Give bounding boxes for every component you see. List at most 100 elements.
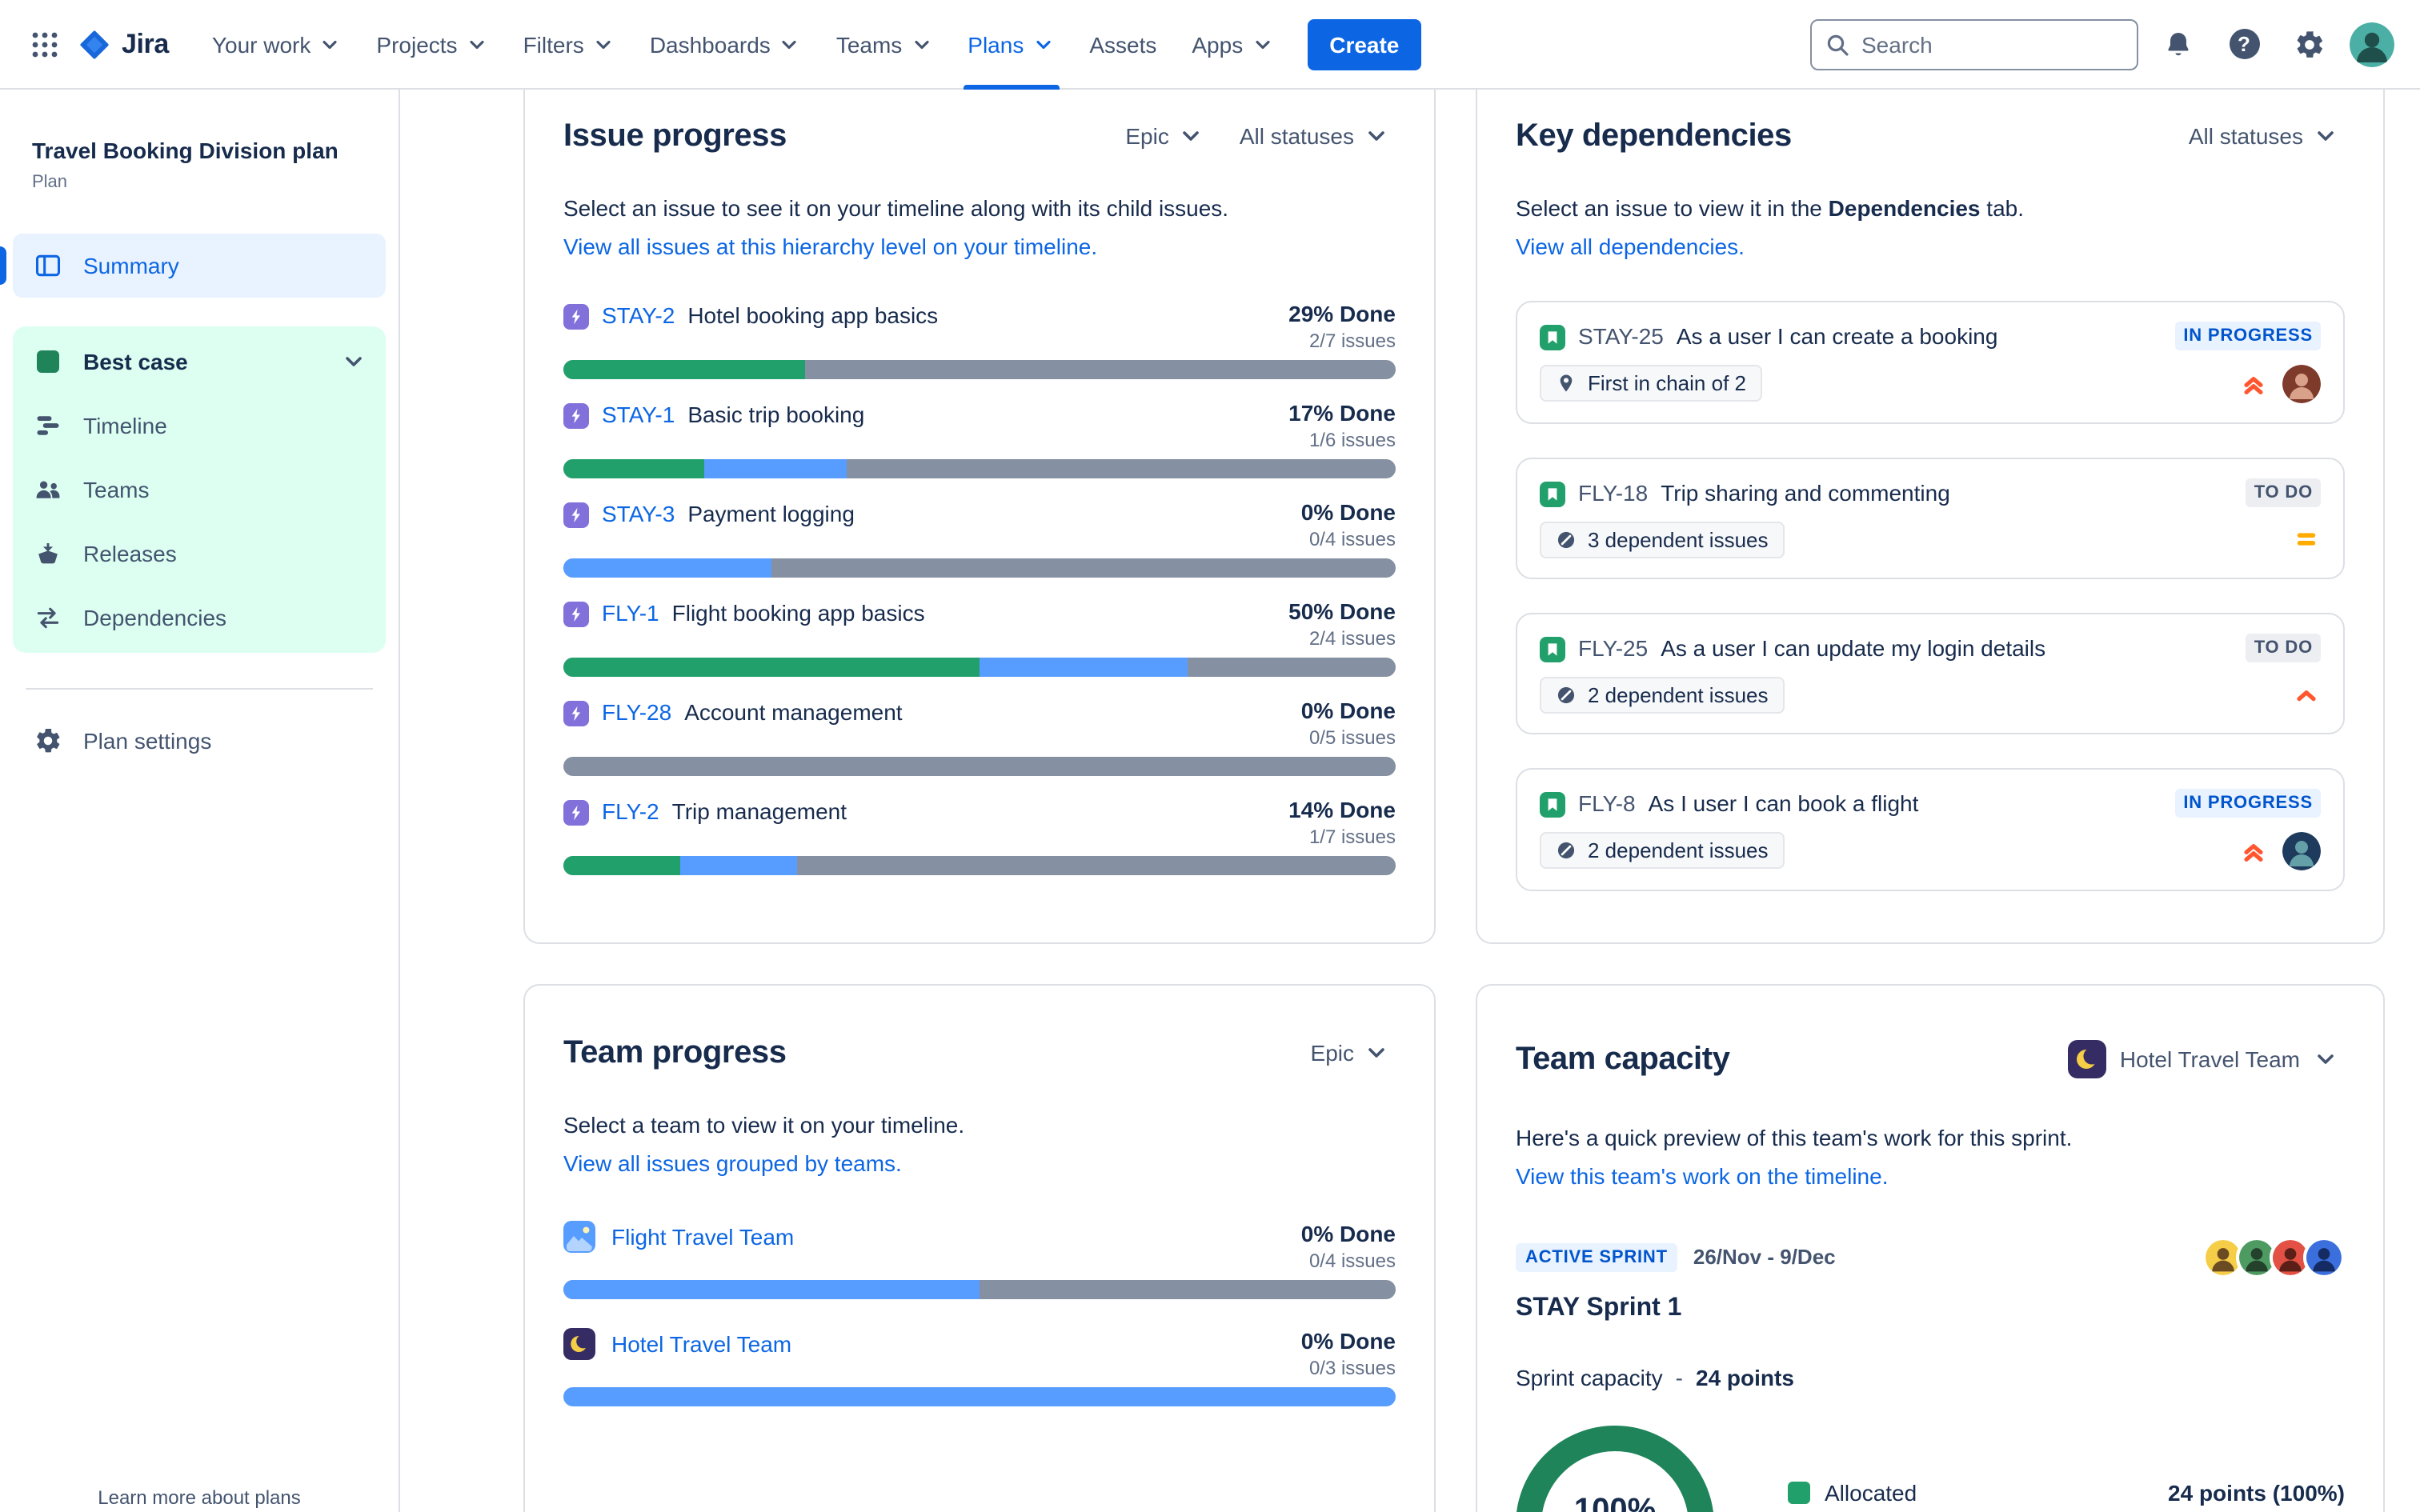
issue-count: 1/7 issues	[1308, 825, 1396, 848]
sidebar-item-timeline[interactable]: Timeline	[13, 393, 386, 457]
issue-row[interactable]: STAY-1 Basic trip booking 17% Done 1/6 i…	[563, 399, 1396, 478]
global-search	[1810, 18, 2138, 70]
plan-sidebar: Travel Booking Division plan Plan Summar…	[0, 90, 400, 1512]
team-capacity-card: Team capacity Hotel Travel Team Here's a…	[1476, 984, 2385, 1512]
sprint-capacity-line: Sprint capacity - 24 points	[1516, 1364, 2345, 1390]
issue-row[interactable]: FLY-28 Account management 0% Done 0/5 is…	[563, 697, 1396, 776]
epic-icon	[563, 402, 589, 429]
learn-more-link[interactable]: Learn more about plans	[0, 1486, 399, 1509]
view-issues-by-team-link[interactable]: View all issues grouped by teams.	[563, 1150, 902, 1175]
issue-summary: Hotel booking app basics	[687, 302, 939, 328]
view-all-issues-link[interactable]: View all issues at this hierarchy level …	[563, 233, 1097, 258]
sidebar-item-plan-settings[interactable]: Plan settings	[13, 708, 386, 772]
plan-title: Travel Booking Division plan	[32, 138, 339, 163]
dependency-count-icon	[1556, 529, 1577, 550]
epic-icon	[563, 502, 589, 528]
notifications-icon[interactable]	[2153, 18, 2204, 70]
team-name-link[interactable]: Flight Travel Team	[611, 1223, 794, 1249]
card-title: Team progress	[563, 1034, 787, 1070]
dependent-issues-pill: 3 dependent issues	[1540, 521, 1785, 558]
issue-row[interactable]: FLY-1 Flight booking app basics 50% Done…	[563, 598, 1396, 677]
sidebar-item-label: Summary	[83, 252, 179, 278]
team-row[interactable]: Hotel Travel Team 0% Done 0/3 issues	[563, 1327, 1396, 1406]
issue-key-link[interactable]: FLY-28	[602, 698, 671, 724]
nav-assets[interactable]: Assets	[1072, 0, 1174, 89]
help-icon[interactable]: ?	[2218, 18, 2270, 70]
dependent-issues-pill: 2 dependent issues	[1540, 832, 1785, 870]
user-avatar[interactable]	[2350, 22, 2394, 66]
issue-progress-list: STAY-2 Hotel booking app basics 29% Done…	[563, 300, 1396, 875]
scenario-label: Best case	[83, 348, 188, 374]
hierarchy-filter-dropdown[interactable]: Epic	[1304, 1030, 1396, 1075]
sidebar-item-teams[interactable]: Teams	[13, 457, 386, 521]
issue-row[interactable]: STAY-2 Hotel booking app basics 29% Done…	[563, 300, 1396, 379]
assignee-avatar[interactable]	[2282, 831, 2321, 870]
sidebar-item-dependencies[interactable]: Dependencies	[13, 585, 386, 649]
issue-key-link[interactable]: STAY-2	[602, 302, 675, 327]
search-input[interactable]	[1810, 18, 2138, 70]
priority-highest-icon	[2239, 369, 2268, 398]
nav-plans[interactable]: Plans	[950, 0, 1072, 89]
nav-your-work[interactable]: Your work	[194, 0, 359, 89]
hierarchy-filter-dropdown[interactable]: Epic	[1119, 114, 1210, 158]
dependency-card[interactable]: STAY-25 As a user I can create a booking…	[1516, 300, 2345, 424]
nav-apps[interactable]: Apps	[1174, 0, 1291, 89]
team-name-link[interactable]: Hotel Travel Team	[611, 1330, 791, 1356]
nav-filters[interactable]: Filters	[506, 0, 632, 89]
assignee-avatar[interactable]	[2282, 364, 2321, 403]
issue-count: 0/4 issues	[1308, 527, 1396, 550]
summary-board-icon	[32, 249, 64, 281]
epic-icon	[563, 799, 589, 826]
nav-teams[interactable]: Teams	[819, 0, 950, 89]
scenario-section: Best case Timeline Teams Releases Depend…	[13, 326, 386, 652]
issue-summary: As I user I can book a flight	[1648, 790, 1919, 816]
nav-dashboards[interactable]: Dashboards	[632, 0, 819, 89]
epic-icon	[563, 303, 589, 330]
issue-row[interactable]: FLY-2 Trip management 14% Done 1/7 issue…	[563, 796, 1396, 875]
create-button[interactable]: Create	[1307, 18, 1422, 70]
app-name: Jira	[122, 28, 169, 58]
app-switcher-icon[interactable]	[19, 18, 70, 70]
done-percentage: 50% Done	[1288, 598, 1396, 624]
dependent-issues-label: 2 dependent issues	[1588, 838, 1769, 863]
team-filter-dropdown[interactable]: Hotel Travel Team	[2062, 1030, 2345, 1088]
status-filter-dropdown[interactable]: All statuses	[2182, 114, 2345, 158]
bar-done-segment	[563, 657, 980, 677]
settings-gear-icon[interactable]	[2284, 18, 2335, 70]
sprint-info-row: ACTIVE SPRINT 26/Nov - 9/Dec	[1516, 1236, 2345, 1278]
issue-summary: Basic trip booking	[687, 401, 865, 427]
dependency-card[interactable]: FLY-25 As a user I can update my login d…	[1516, 612, 2345, 734]
sidebar-item-summary[interactable]: Summary	[0, 233, 386, 297]
team-row[interactable]: Flight Travel Team 0% Done 0/4 issues	[563, 1220, 1396, 1299]
issue-key-link[interactable]: FLY-2	[602, 798, 659, 823]
card-description: Select a team to view it on your timelin…	[563, 1112, 965, 1138]
issue-summary: Trip sharing and commenting	[1661, 479, 1950, 506]
jira-logo[interactable]: Jira	[70, 26, 182, 62]
status-filter-dropdown[interactable]: All statuses	[1233, 114, 1396, 158]
status-badge: IN PROGRESS	[2175, 788, 2321, 818]
view-team-work-link[interactable]: View this team's work on the timeline.	[1516, 1162, 1889, 1188]
bar-inprogress-segment	[980, 657, 1188, 677]
issue-key-link[interactable]: STAY-1	[602, 401, 675, 426]
search-icon	[1825, 31, 1850, 65]
legend-label: Allocated	[1825, 1479, 1917, 1506]
bar-done-segment	[563, 855, 680, 875]
dependent-issues-label: 3 dependent issues	[1588, 527, 1769, 552]
dependency-card[interactable]: FLY-18 Trip sharing and commenting TO DO…	[1516, 457, 2345, 579]
issue-summary: As a user I can update my login details	[1661, 634, 2046, 661]
primary-navigation: Your work Projects Filters Dashboards Te…	[194, 0, 1291, 89]
issue-row[interactable]: STAY-3 Payment logging 0% Done 0/4 issue…	[563, 498, 1396, 578]
nav-label: Dashboards	[649, 31, 771, 57]
issue-key-link[interactable]: FLY-1	[602, 599, 659, 625]
nav-projects[interactable]: Projects	[359, 0, 505, 89]
chevron-down-icon	[1179, 123, 1204, 149]
view-all-dependencies-link[interactable]: View all dependencies.	[1516, 233, 1745, 258]
nav-label: Apps	[1192, 31, 1244, 57]
issue-key-link[interactable]: STAY-3	[602, 500, 675, 526]
sidebar-item-label: Dependencies	[83, 604, 227, 630]
dependency-card[interactable]: FLY-8 As I user I can book a flight IN P…	[1516, 767, 2345, 891]
scenario-selector[interactable]: Best case	[13, 329, 386, 393]
member-avatar[interactable]	[2303, 1236, 2345, 1278]
sidebar-item-releases[interactable]: Releases	[13, 521, 386, 585]
epic-icon	[563, 700, 589, 726]
